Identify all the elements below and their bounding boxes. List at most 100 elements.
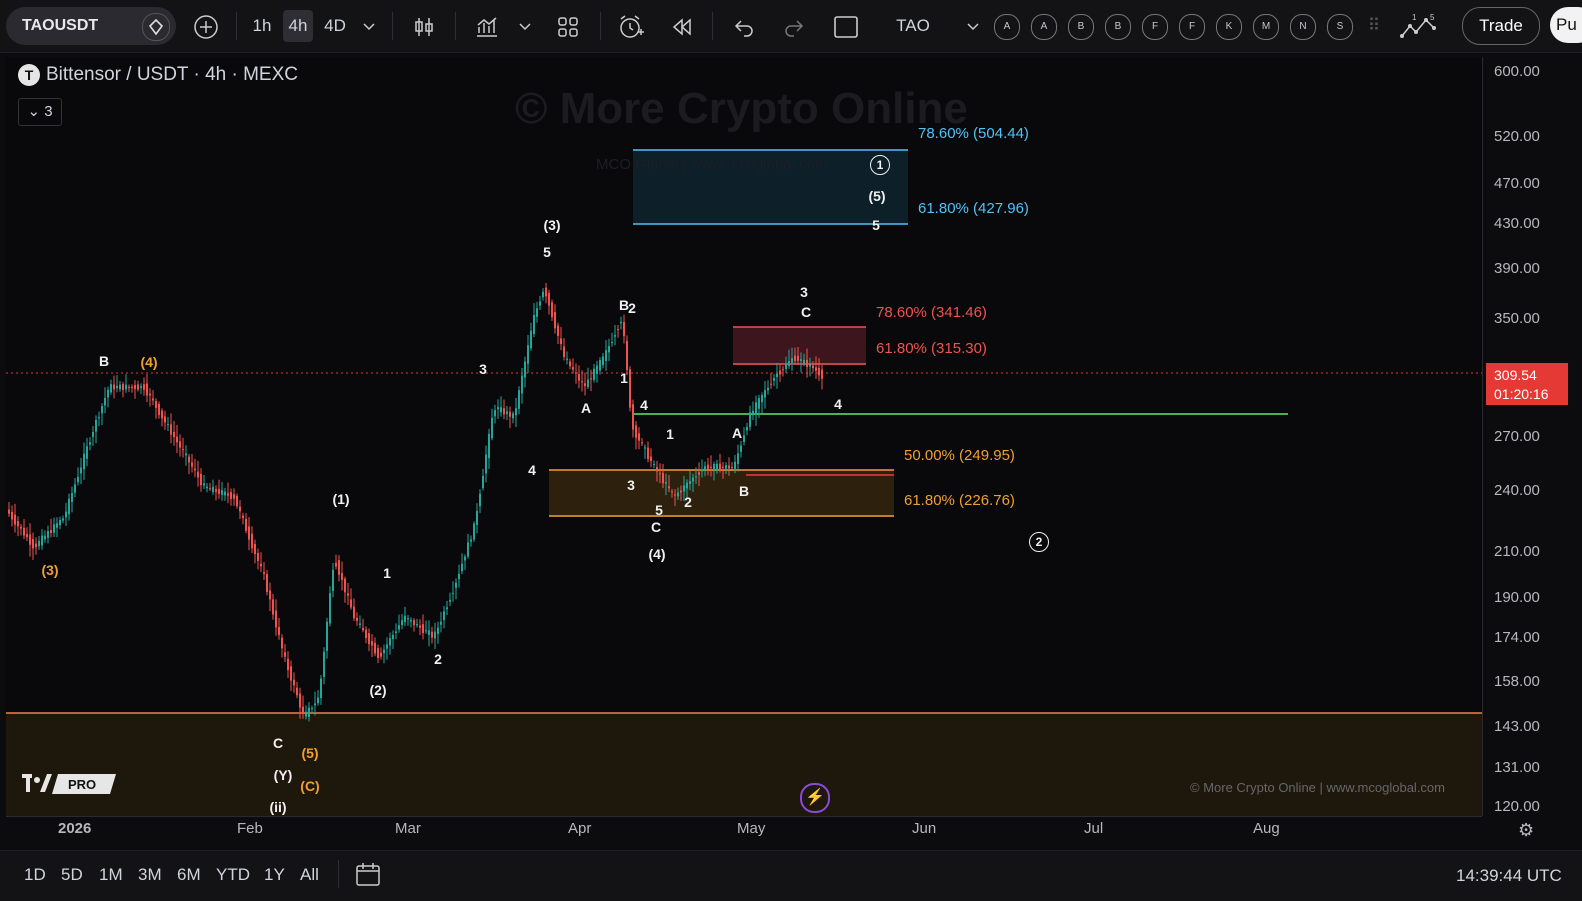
interval-1h-button[interactable]: 1h — [248, 10, 276, 42]
add-symbol-icon[interactable] — [190, 10, 222, 42]
candle-body — [716, 463, 718, 471]
indicators-chevron-icon[interactable] — [514, 10, 536, 42]
wave-label[interactable]: 4 — [834, 396, 842, 412]
candle-body — [554, 312, 556, 329]
utc-clock[interactable]: 14:39:44 UTC — [1456, 866, 1562, 886]
candle-body — [152, 398, 154, 401]
wave-label[interactable]: C — [801, 304, 811, 320]
circled-wave-label[interactable]: 2 — [1029, 532, 1049, 552]
range-6m-button[interactable]: 6M — [177, 865, 201, 885]
drag-handle-icon[interactable]: ⠿ — [1364, 10, 1384, 42]
wave-label[interactable]: (4) — [648, 546, 665, 562]
wave-label[interactable]: 5 — [872, 217, 880, 233]
chart-settings-gear-icon[interactable]: ⚙ — [1518, 820, 1534, 841]
wave-label[interactable]: 4 — [640, 397, 648, 413]
wave-label[interactable]: (4) — [140, 354, 157, 370]
time-tick: Apr — [568, 820, 592, 837]
wave-label[interactable]: 4 — [528, 462, 536, 478]
wave-label[interactable]: B — [99, 353, 109, 369]
fullscreen-square-icon[interactable] — [830, 10, 862, 42]
wave-label[interactable]: 3 — [800, 284, 808, 300]
wave-label[interactable]: 5 — [543, 244, 551, 260]
candle-body — [761, 394, 763, 403]
range-5d-button[interactable]: 5D — [61, 865, 83, 885]
wave-label[interactable]: B — [739, 483, 749, 499]
wave-label[interactable]: (3) — [41, 562, 58, 578]
wave-label[interactable]: C — [651, 519, 661, 535]
legend-collapse-button[interactable]: ⌄ 3 — [18, 98, 62, 126]
wave-label[interactable]: (1) — [332, 491, 349, 507]
wave-label[interactable]: 1 — [620, 370, 628, 386]
candle-body — [704, 466, 706, 470]
publish-button[interactable]: Pu — [1550, 7, 1582, 43]
wave-label[interactable]: 1 — [383, 565, 391, 581]
candle-body — [440, 621, 442, 625]
candle-body — [617, 329, 619, 331]
wave-label[interactable]: 2 — [434, 651, 442, 667]
wave-label[interactable]: 2 — [684, 494, 692, 510]
wave-label[interactable]: (5) — [868, 188, 885, 204]
indicators-icon[interactable] — [470, 10, 504, 42]
alert-letter-badge[interactable]: A — [994, 14, 1020, 40]
alert-letter-badge[interactable]: N — [1290, 14, 1316, 40]
wave-label[interactable]: C — [273, 735, 283, 751]
wave-label[interactable]: 3 — [627, 477, 635, 493]
range-1y-button[interactable]: 1Y — [264, 865, 285, 885]
range-3m-button[interactable]: 3M — [138, 865, 162, 885]
candle-body — [524, 361, 526, 378]
alert-letter-badge[interactable]: F — [1179, 14, 1205, 40]
wave-label[interactable]: 1 — [666, 426, 674, 442]
alert-clock-icon[interactable] — [614, 10, 648, 42]
candle-body — [410, 619, 412, 622]
range-all-button[interactable]: All — [300, 865, 319, 885]
undo-icon[interactable] — [728, 10, 760, 42]
range-1m-button[interactable]: 1M — [99, 865, 123, 885]
trade-button[interactable]: Trade — [1462, 7, 1540, 45]
symbol-search-button[interactable]: TAOUSDT — [6, 7, 176, 45]
candle-body — [77, 476, 79, 483]
interval-4h-button[interactable]: 4h — [283, 10, 313, 42]
alert-letter-badge[interactable]: B — [1105, 14, 1131, 40]
alert-letter-badge[interactable]: K — [1216, 14, 1242, 40]
compare-symbol-label[interactable]: TAO — [890, 10, 936, 42]
wave-label[interactable]: 3 — [479, 361, 487, 377]
alert-letter-badge[interactable]: A — [1031, 14, 1057, 40]
candle-body — [656, 467, 658, 472]
elliott-wave-tool-icon[interactable]: 15 — [1396, 10, 1440, 42]
replay-icon[interactable] — [666, 10, 698, 42]
fib-label-blue-786: 78.60% (504.44) — [918, 125, 1029, 142]
interval-4d-button[interactable]: 4D — [319, 10, 351, 42]
range-1d-button[interactable]: 1D — [24, 865, 46, 885]
candle-body — [452, 592, 454, 594]
wave-label[interactable]: (5) — [301, 745, 318, 761]
alert-letter-badge[interactable]: B — [1068, 14, 1094, 40]
candles-chart-type-icon[interactable] — [408, 10, 440, 42]
diamond-icon[interactable] — [142, 13, 170, 41]
redo-icon[interactable] — [778, 10, 810, 42]
candle-body — [38, 540, 40, 547]
lightning-icon[interactable]: ⚡ — [800, 783, 830, 813]
wave-label[interactable]: (2) — [369, 682, 386, 698]
layout-grid-icon[interactable] — [552, 10, 584, 42]
candle-body — [335, 562, 337, 567]
wave-label[interactable]: (3) — [543, 217, 560, 233]
support-zone — [6, 713, 1482, 816]
chart-legend[interactable]: T Bittensor / USDT · 4h · MEXC — [18, 64, 298, 90]
alert-letter-badge[interactable]: F — [1142, 14, 1168, 40]
wave-label[interactable]: 2 — [628, 300, 636, 316]
wave-label[interactable]: A — [581, 400, 591, 416]
wave-label[interactable]: (Y) — [274, 767, 293, 783]
range-ytd-button[interactable]: YTD — [216, 865, 250, 885]
alert-letter-badge[interactable]: M — [1253, 14, 1279, 40]
alert-letter-badge[interactable]: S — [1327, 14, 1353, 40]
wave-label[interactable]: (C) — [300, 778, 319, 794]
compare-chevron-icon[interactable] — [962, 10, 984, 42]
wave-label[interactable]: (ii) — [269, 799, 286, 815]
candle-body — [506, 411, 508, 415]
wave-label[interactable]: 5 — [655, 502, 663, 518]
wave-label[interactable]: A — [732, 425, 742, 441]
go-to-date-calendar-icon[interactable] — [354, 860, 382, 893]
candle-body — [224, 491, 226, 496]
circled-wave-label[interactable]: 1 — [870, 155, 890, 175]
interval-dropdown-chevron-icon[interactable] — [358, 10, 380, 42]
